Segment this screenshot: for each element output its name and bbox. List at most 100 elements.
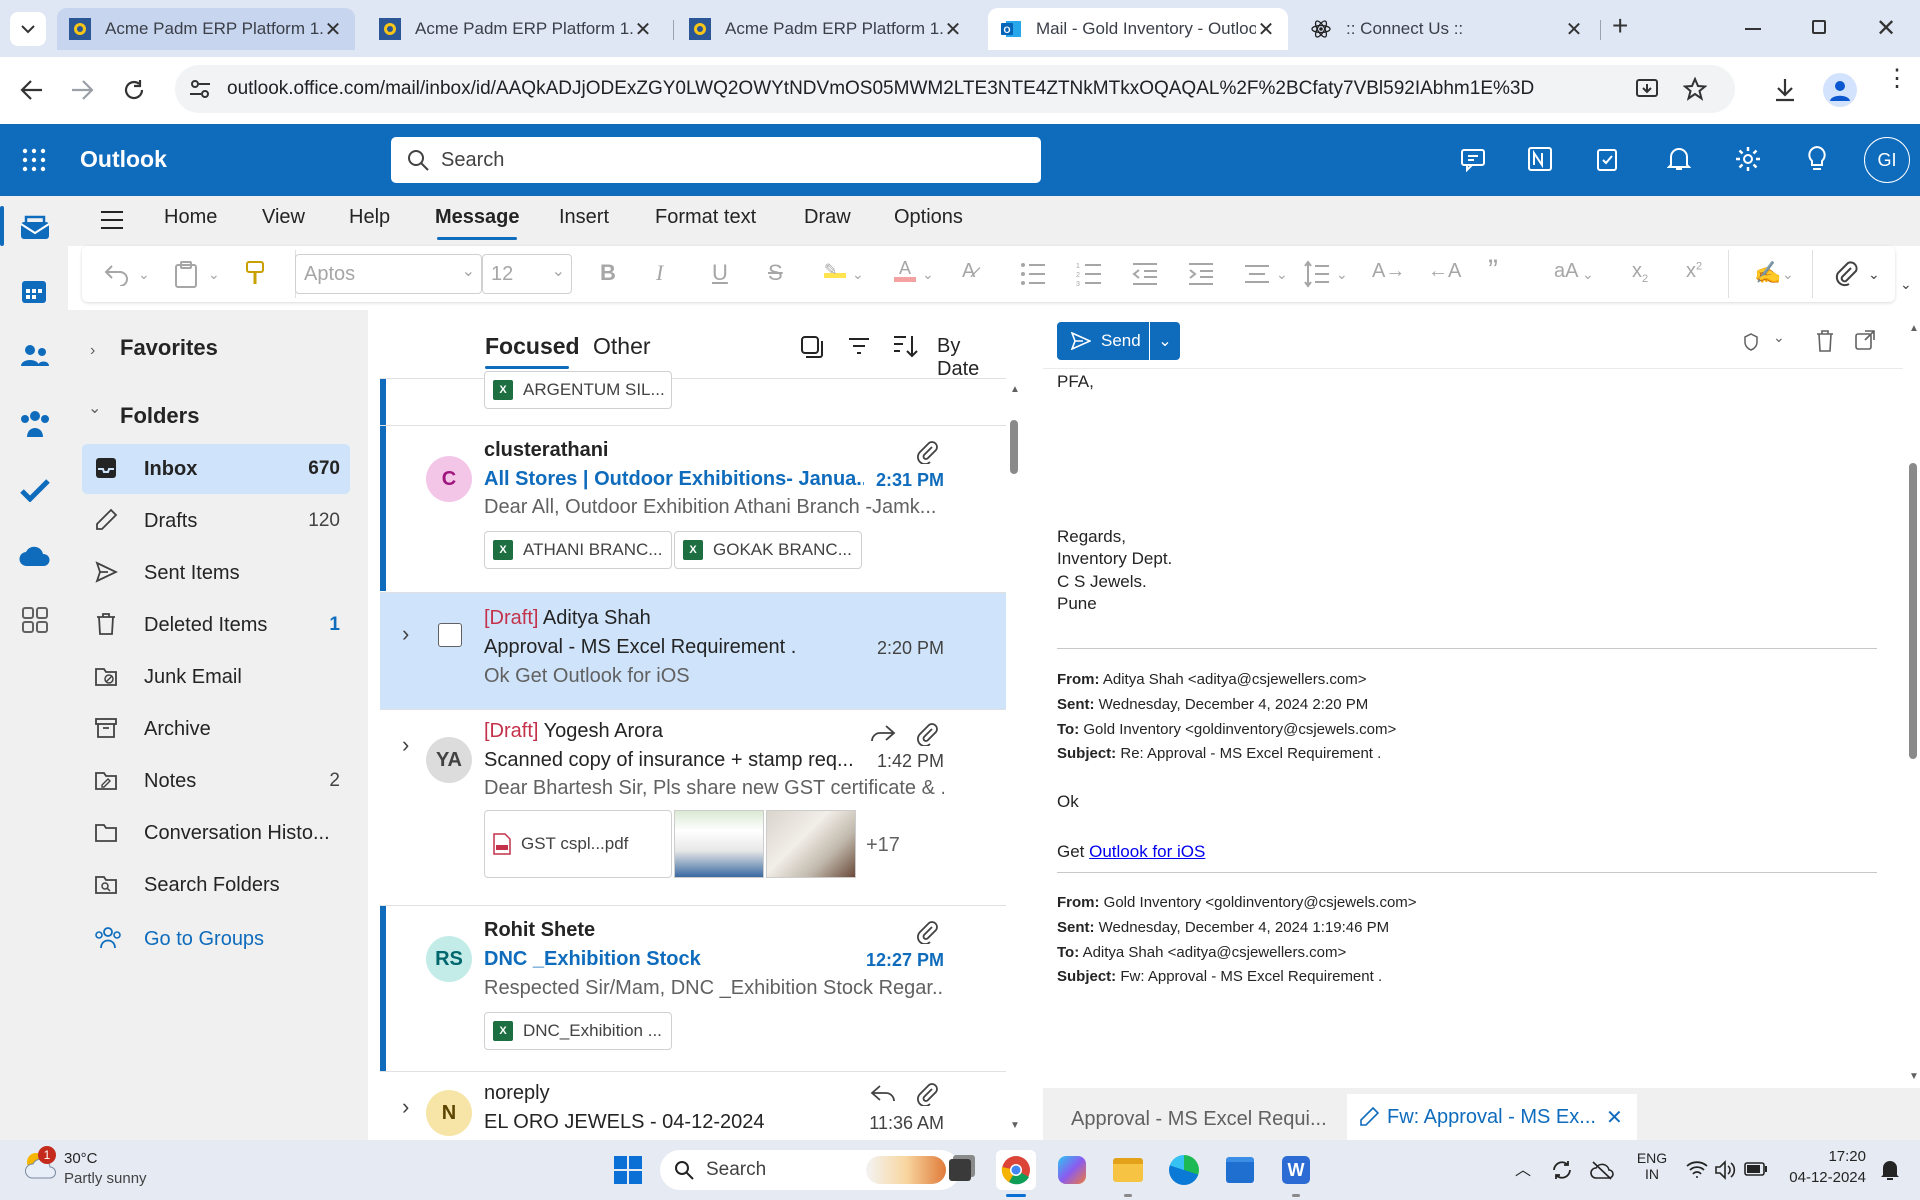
send-button[interactable]: Send [1057,322,1149,360]
list-scrollbar-track[interactable]: ▲ ▼ [1007,380,1021,1140]
teams-chat-icon[interactable] [1460,148,1486,172]
increase-indent-icon[interactable] [1188,262,1214,286]
image-thumbnail[interactable] [674,810,764,878]
volume-icon[interactable] [1714,1160,1736,1180]
tab-insert[interactable]: Insert [559,206,609,229]
todo-check-icon[interactable] [20,478,50,502]
clear-formatting-icon[interactable]: A̷ [962,260,975,283]
line-spacing-icon[interactable] [1304,260,1330,288]
italic-icon[interactable]: I [656,260,663,286]
app-name[interactable]: Outlook [80,146,167,173]
attachment-chip[interactable]: X GOKAK BRANC... [674,531,862,569]
sort-icon[interactable] [892,333,918,359]
numbering-icon[interactable]: 1 2 3 [1076,262,1102,286]
folder-conversation-history[interactable]: Conversation Histo... [82,808,350,858]
highlight-icon[interactable]: ✎ [824,260,846,279]
body-line[interactable]: Pune [1057,594,1097,614]
ltr-icon[interactable]: A→ [1372,260,1405,283]
mail-icon[interactable] [20,214,50,240]
font-size-select[interactable]: 12 ⌄ [482,254,572,294]
image-thumbnail[interactable] [766,810,856,878]
folder-deleted-items[interactable]: Deleted Items 1 [82,600,350,650]
bold-icon[interactable]: B [600,260,616,286]
browser-tab-4[interactable]: O Mail - Gold Inventory - Outlook ✕ [988,8,1288,50]
forward-arrow-icon[interactable] [70,79,94,101]
language-indicator[interactable]: ENG IN [1636,1150,1668,1182]
underline-icon[interactable]: U [712,260,728,286]
reload-icon[interactable] [122,78,146,102]
tab-view[interactable]: View [262,206,305,229]
sync-icon[interactable] [1550,1158,1574,1182]
list-item[interactable]: › YA [Draft] Yogesh Arora Scanned copy o… [380,710,1006,905]
more-apps-icon[interactable] [21,606,49,634]
font-color-dropdown-icon[interactable]: ⌄ [922,266,934,283]
undo-icon[interactable] [104,262,130,286]
wifi-icon[interactable] [1686,1160,1708,1178]
folder-archive[interactable]: Archive [82,704,350,754]
go-to-groups-link[interactable]: Go to Groups [82,914,350,964]
body-line[interactable]: C S Jewels. [1057,572,1147,592]
chevron-right-icon[interactable]: › [402,621,409,647]
browser-tab-1[interactable]: Acme Padm ERP Platform 1.00 ✕ [57,8,355,50]
attachment-chip[interactable]: X ARGENTUM SIL... [484,371,672,409]
tab-help[interactable]: Help [349,206,390,229]
onedrive-cloud-icon[interactable] [19,546,51,568]
open-item-tab-active[interactable]: Fw: Approval - MS Ex... ✕ [1347,1094,1637,1140]
compose-scrollbar-thumb[interactable] [1909,463,1917,759]
strikethrough-icon[interactable]: S [768,260,783,286]
minimize-icon[interactable] [1745,28,1761,30]
bookmark-star-icon[interactable] [1683,77,1707,101]
restore-icon[interactable] [1812,20,1826,34]
lightbulb-icon[interactable] [1807,145,1827,173]
body-line[interactable]: Inventory Dept. [1057,549,1172,569]
start-button[interactable] [608,1150,648,1190]
gear-icon[interactable] [1735,146,1761,172]
site-info-icon[interactable] [189,79,211,99]
folder-drafts[interactable]: Drafts 120 [82,496,350,546]
clock[interactable]: 17:20 04-12-2024 [1780,1148,1866,1186]
scroll-up-arrow-icon[interactable]: ▲ [1010,384,1020,395]
format-painter-icon[interactable] [245,260,265,286]
close-icon[interactable]: ✕ [1564,17,1584,42]
todo-note-icon[interactable] [1596,146,1622,172]
change-case-dropdown-icon[interactable]: ⌄ [1582,266,1594,283]
outlook-ios-link[interactable]: Outlook for iOS [1089,842,1205,861]
pop-out-icon[interactable] [1855,330,1875,350]
folders-header[interactable]: Folders [120,403,199,429]
close-icon[interactable]: ✕ [1606,1105,1623,1130]
attach-dropdown-icon[interactable]: ⌄ [1868,266,1880,283]
edge-taskbar-button[interactable] [1164,1150,1204,1190]
account-avatar[interactable]: GI [1864,137,1910,183]
people-icon[interactable] [20,344,50,368]
downloads-icon[interactable] [1773,77,1797,103]
compose-scrollbar-track[interactable]: ▲ ▼ [1906,313,1920,1088]
notification-bell-icon[interactable] [1880,1158,1900,1182]
onenote-icon[interactable] [1527,146,1553,172]
browser-tab-5[interactable]: :: Connect Us :: ✕ [1298,8,1596,50]
send-options-chevron-icon[interactable]: ⌄ [1150,322,1180,360]
search-box[interactable]: Search [391,137,1041,183]
profile-icon[interactable] [1823,73,1857,107]
folder-inbox[interactable]: Inbox 670 [82,444,350,494]
select-checkbox[interactable] [438,623,462,647]
ribbon-expand-icon[interactable]: ⌄ [1900,276,1912,293]
folder-search-folders[interactable]: Search Folders [82,860,350,910]
store-taskbar-button[interactable] [1220,1150,1260,1190]
body-line[interactable]: PFA, [1057,372,1094,392]
weather-widget[interactable]: 1 30°C Partly sunny [22,1146,147,1187]
app-launcher-icon[interactable] [22,148,46,172]
chevron-down-icon[interactable]: ⌄ [88,398,101,418]
sensitivity-dropdown-icon[interactable]: ⌄ [1773,329,1785,346]
chevron-right-icon[interactable]: › [90,342,95,360]
browser-menu-icon[interactable]: ⋮ [1885,67,1909,91]
tab-home[interactable]: Home [164,206,217,229]
list-scrollbar-thumb[interactable] [1010,420,1018,474]
browser-tab-2[interactable]: Acme Padm ERP Platform 1.00 ✕ [367,8,665,50]
folder-junk-email[interactable]: Junk Email [82,652,350,702]
close-window-icon[interactable]: ✕ [1876,14,1896,43]
app-taskbar-button[interactable]: W [1276,1150,1316,1197]
select-mode-icon[interactable] [800,335,824,359]
chevron-right-icon[interactable]: › [402,1094,409,1120]
highlight-dropdown-icon[interactable]: ⌄ [852,266,864,283]
quote-icon[interactable]: ” [1488,254,1498,288]
